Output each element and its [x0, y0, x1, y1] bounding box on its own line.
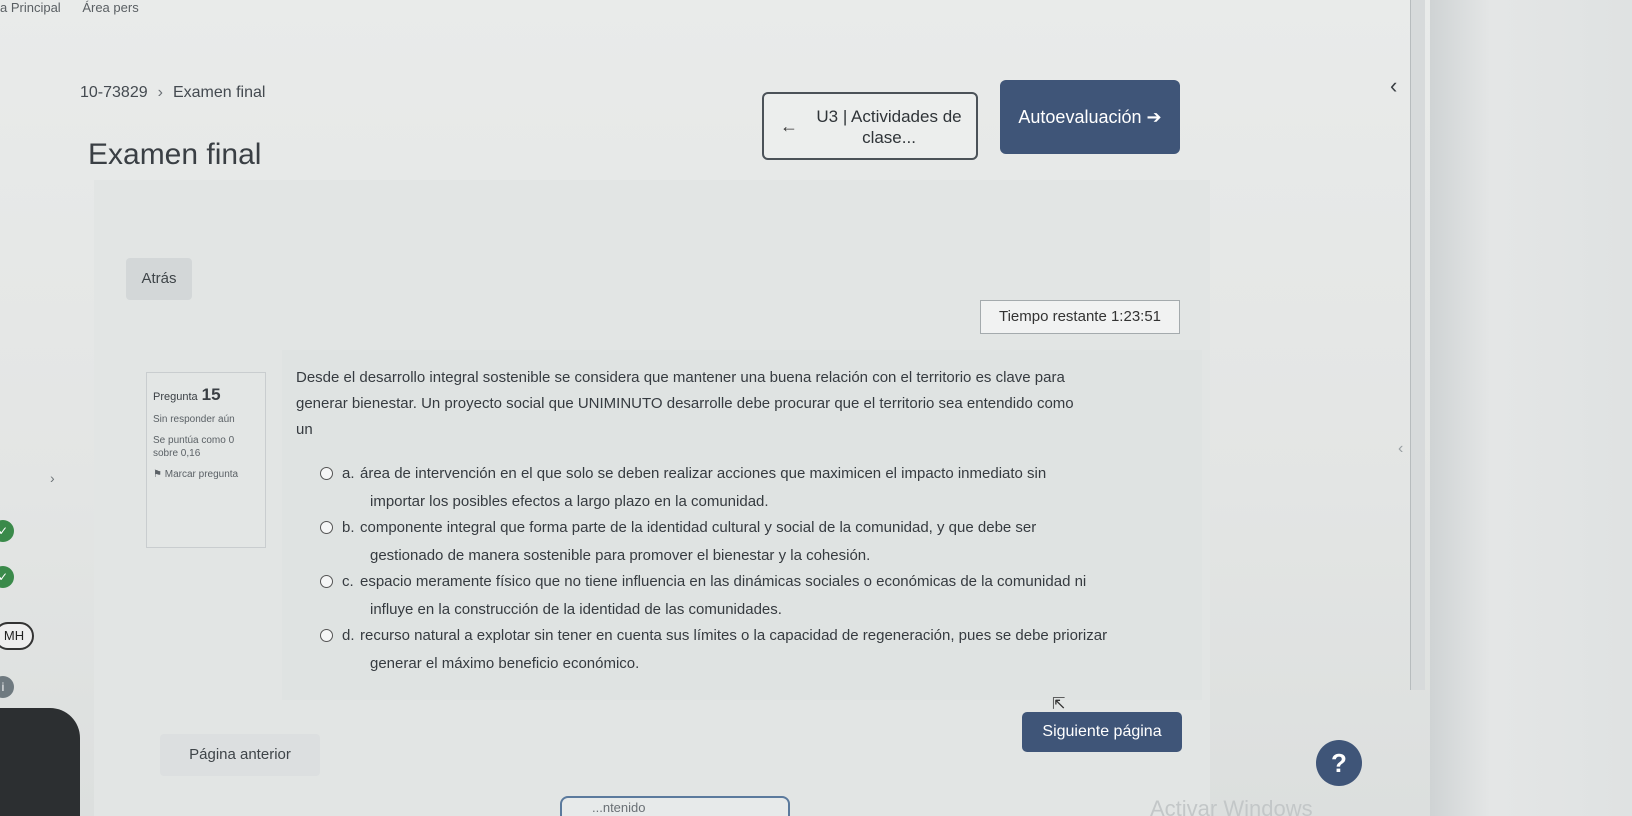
option-text: área de intervención en el que solo se d…	[360, 465, 1047, 482]
question-status: Sin responder aún	[153, 414, 235, 425]
info-icon[interactable]: i	[0, 676, 14, 698]
option-letter: b.	[342, 519, 355, 536]
previous-page-button[interactable]: Página anterior	[160, 734, 320, 776]
option-letter: a.	[342, 465, 355, 482]
option-letter: c.	[342, 573, 354, 590]
radio-button[interactable]	[320, 629, 333, 642]
avatar[interactable]: MH	[0, 622, 34, 650]
previous-activity-button[interactable]: ← U3 | Actividades de clase...	[762, 92, 978, 160]
previous-activity-label: U3 | Actividades de clase...	[816, 107, 962, 147]
option-letter: d.	[342, 627, 355, 644]
content-tab-label: ...ntenido	[592, 800, 646, 815]
mouse-pointer-icon: ⇱	[1052, 696, 1066, 713]
breadcrumb: 10-73829 › Examen final	[80, 84, 265, 102]
flag-question-label: Marcar pregunta	[164, 469, 239, 480]
next-activity-button[interactable]: Autoevaluación ➔	[1000, 80, 1180, 154]
option-text: componente integral que forma parte de l…	[360, 519, 1037, 536]
breadcrumb-course-link[interactable]: 10-73829	[80, 84, 148, 101]
device-frame-corner	[0, 708, 80, 816]
time-remaining: Tiempo restante 1:23:51	[980, 300, 1180, 334]
content-tab[interactable]: ...ntenido	[560, 796, 790, 816]
page-title: Examen final	[88, 138, 262, 171]
nav-home-link[interactable]: a Principal	[0, 0, 61, 15]
flag-icon: ⚑	[153, 469, 162, 480]
radio-button[interactable]	[320, 467, 333, 480]
drawer-divider	[1410, 0, 1425, 690]
question-score: Se puntúa como 0 sobre 0,16	[153, 435, 235, 459]
radio-button[interactable]	[320, 521, 333, 534]
question-info-panel: Pregunta 15 Sin responder aún Se puntúa c…	[146, 372, 266, 548]
back-button[interactable]: Atrás	[126, 258, 192, 300]
radio-button[interactable]	[320, 575, 333, 588]
breadcrumb-current: Examen final	[172, 84, 266, 101]
check-icon[interactable]: ✓	[0, 520, 14, 542]
check-icon[interactable]: ✓	[0, 566, 14, 588]
question-text-line: Desde el desarrollo integral sostenible …	[296, 369, 1065, 386]
chevron-left-icon[interactable]: ‹	[1390, 73, 1397, 99]
nav-personal-area-link[interactable]: Área pers	[82, 0, 138, 15]
top-navigation: a Principal Área pers	[0, 0, 157, 15]
moodle-quiz-page: a Principal Área pers 10-73829 › Examen fi…	[0, 0, 1632, 816]
option-text-cont: generar el máximo beneficio económico.	[370, 655, 640, 672]
arrow-left-icon: ←	[780, 116, 798, 136]
question-label: Pregunta	[153, 391, 198, 403]
option-text-cont: importar los posibles efectos a largo pl…	[370, 493, 769, 510]
question-number: Pregunta 15	[153, 385, 259, 405]
question-text-line: un	[296, 421, 313, 438]
option-text-cont: gestionado de manera sostenible para pro…	[370, 547, 871, 564]
question-text: Desde el desarrollo integral sostenible …	[296, 365, 1156, 443]
option-text: espacio meramente físico que no tiene in…	[360, 573, 1087, 590]
help-icon[interactable]: ?	[1316, 740, 1362, 786]
os-activation-watermark: Activar Windows	[1150, 796, 1313, 816]
breadcrumb-separator: ›	[157, 84, 163, 101]
option-text-cont: influye en la construcción de la identid…	[370, 601, 782, 618]
chevron-left-icon[interactable]: ‹	[1398, 440, 1420, 462]
next-page-button[interactable]: Siguiente página	[1022, 712, 1182, 752]
timer-label: Tiempo restante	[998, 308, 1107, 325]
option-text: recurso natural a explotar sin tener en …	[360, 627, 1108, 644]
flag-question-link[interactable]: ⚑ Marcar pregunta	[153, 468, 259, 481]
chevron-right-icon[interactable]: ›	[50, 470, 55, 486]
question-number-value: 15	[201, 385, 221, 404]
question-text-line: generar bienestar. Un proyecto social qu…	[296, 395, 1074, 412]
timer-value: 1:23:51	[1110, 308, 1162, 325]
right-drawer	[1430, 0, 1632, 816]
